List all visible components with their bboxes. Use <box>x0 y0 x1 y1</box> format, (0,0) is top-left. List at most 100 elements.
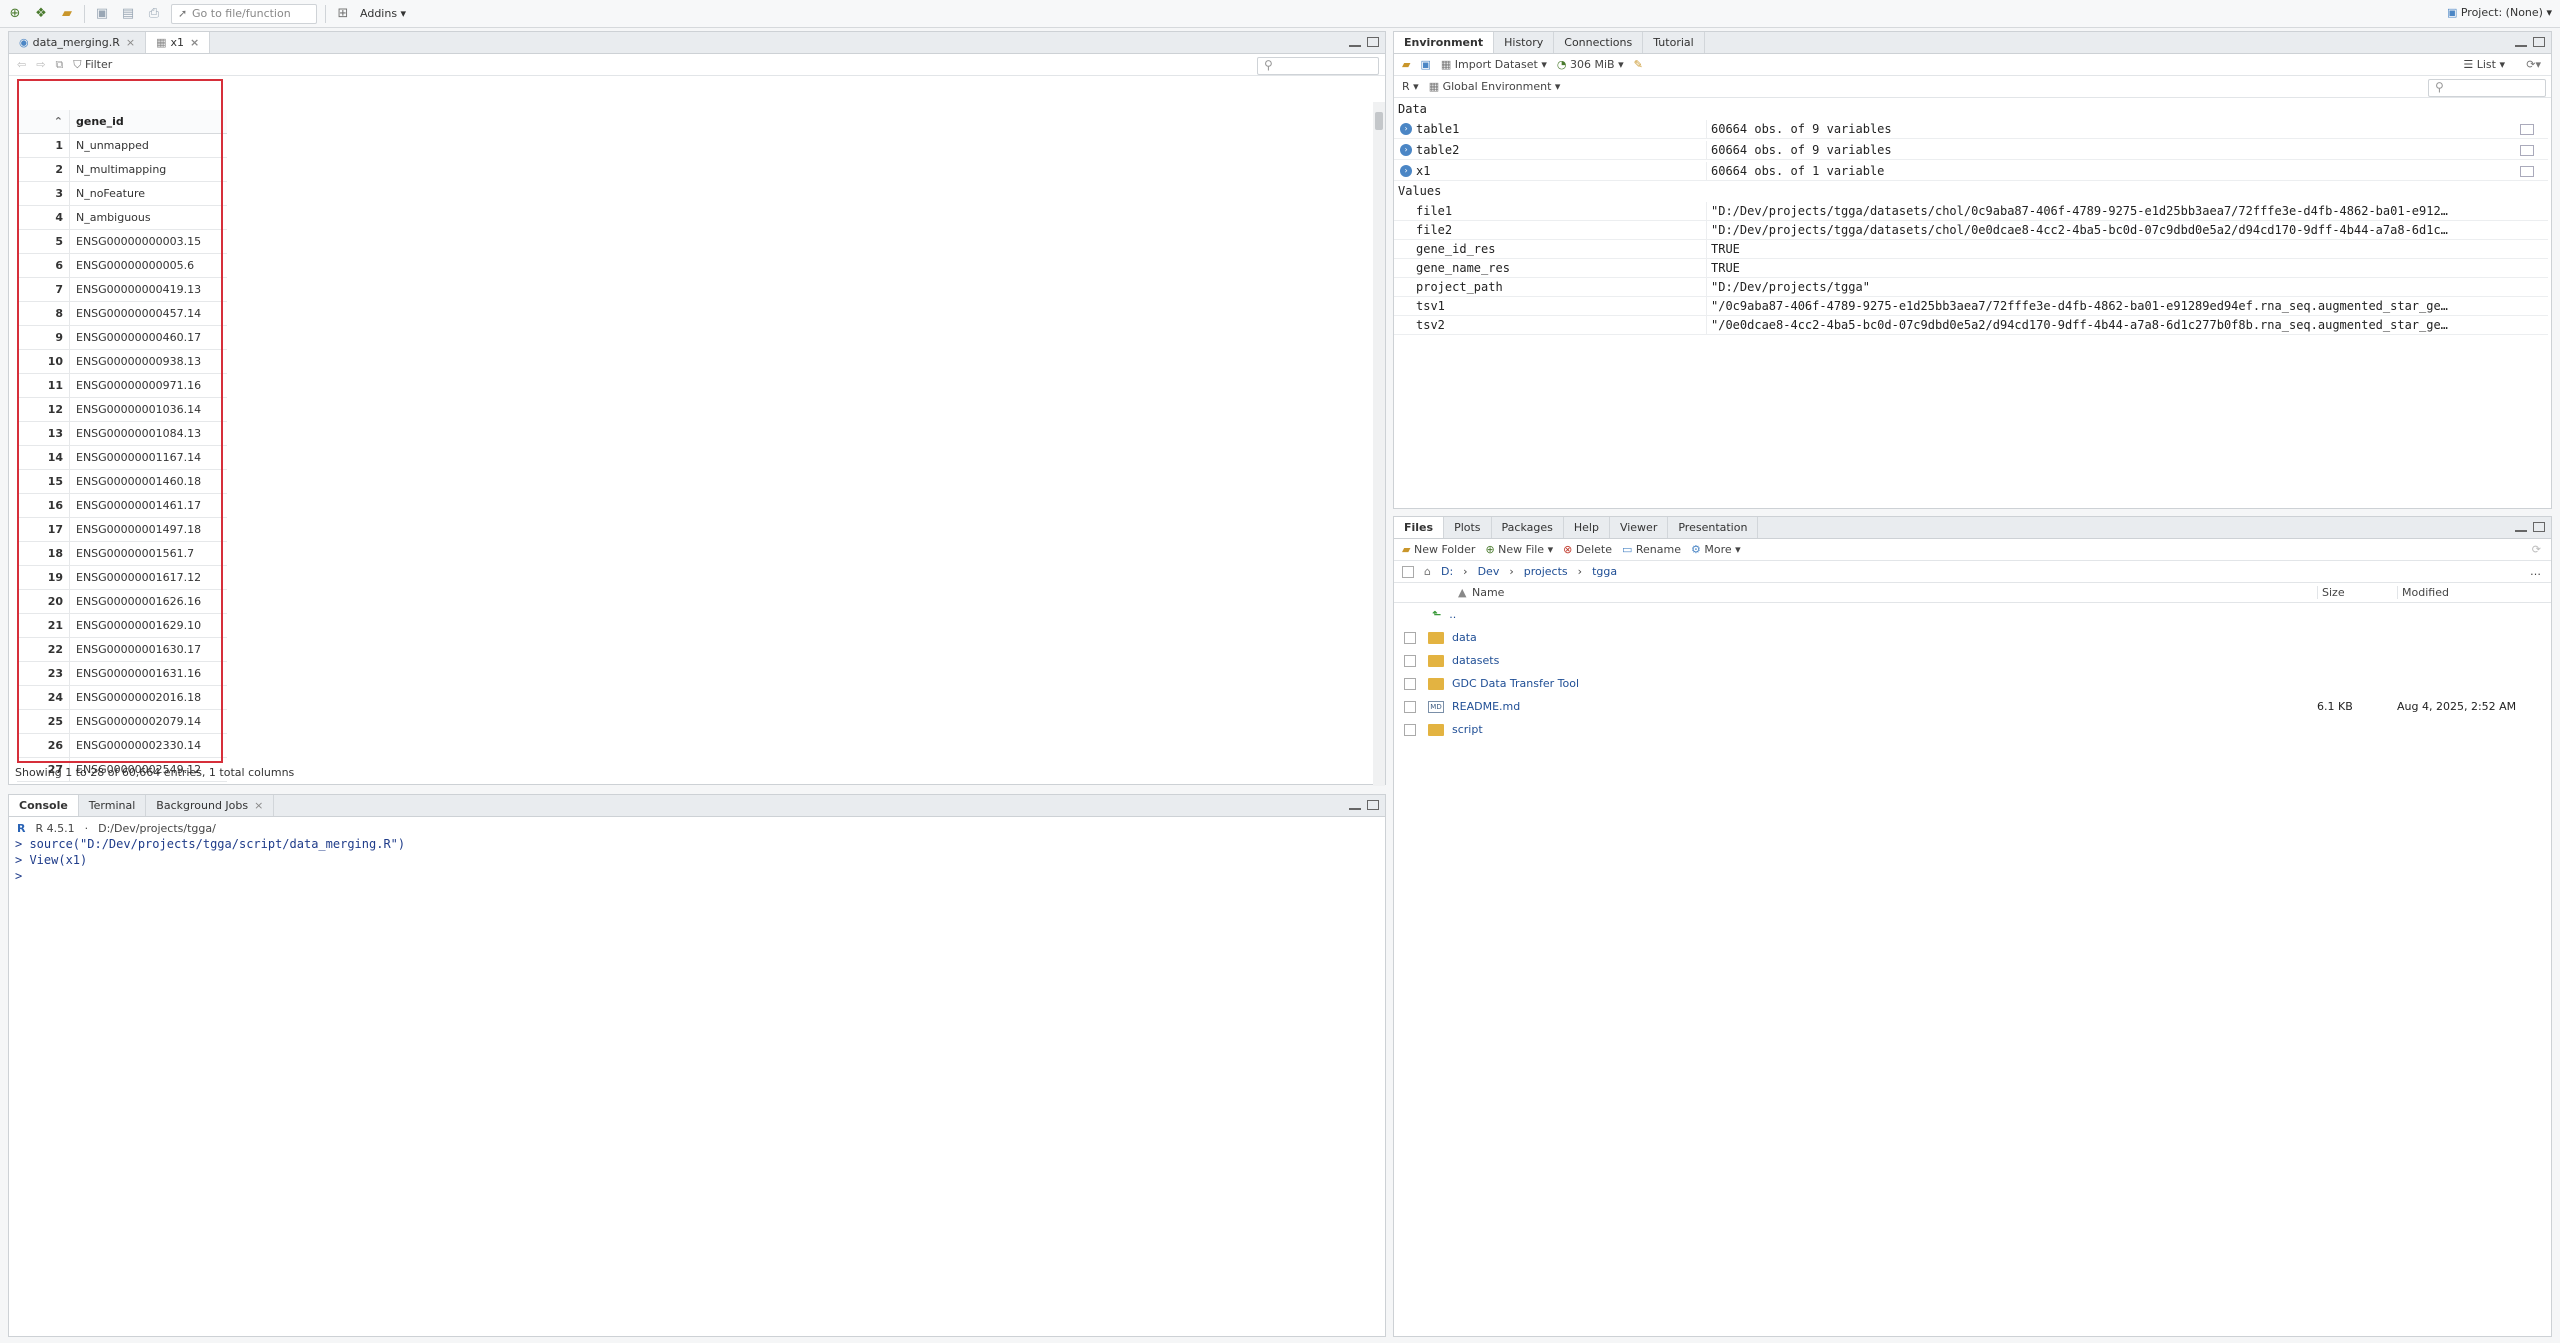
file-checkbox[interactable] <box>1404 700 1416 713</box>
env-value-row[interactable]: tsv1 "/0c9aba87-406f-4789-9275-e1d25bb3ae… <box>1394 297 2548 316</box>
maximize-icon[interactable] <box>2533 37 2545 47</box>
tab-history[interactable]: History <box>1494 32 1555 53</box>
close-icon[interactable]: × <box>126 36 135 49</box>
new-file-icon[interactable]: ⊕ <box>6 5 24 23</box>
tab-console[interactable]: Console <box>9 795 79 816</box>
maximize-icon[interactable] <box>1367 800 1379 810</box>
print-icon[interactable]: ⎙ <box>145 5 163 23</box>
save-workspace-icon[interactable]: ▣ <box>1420 58 1430 71</box>
file-row[interactable]: datasets <box>1394 649 2549 672</box>
viewer-search-input[interactable] <box>1257 57 1379 75</box>
env-value-row[interactable]: file1 "D:/Dev/projects/tgga/datasets/chol… <box>1394 202 2548 221</box>
scrollbar-thumb[interactable] <box>1375 112 1383 130</box>
save-all-icon[interactable]: ▤ <box>119 5 137 23</box>
column-name[interactable]: Name <box>1472 586 1504 599</box>
tab-packages[interactable]: Packages <box>1492 517 1564 538</box>
tab-viewer[interactable]: Viewer <box>1610 517 1669 538</box>
refresh-icon[interactable]: ⟳▾ <box>2526 58 2541 71</box>
select-all-checkbox[interactable] <box>1402 565 1414 578</box>
file-name[interactable]: data <box>1452 631 1477 644</box>
file-checkbox[interactable] <box>1404 631 1416 644</box>
scope-select[interactable]: ▦ Global Environment ▾ <box>1429 80 1561 93</box>
env-value-row[interactable]: tsv2 "/0e0dcae8-4cc2-4ba5-bc0d-07c9dbd0e5… <box>1394 316 2548 335</box>
expand-icon[interactable]: › <box>1400 123 1412 135</box>
breadcrumb-d[interactable]: D: <box>1441 565 1453 578</box>
addins-menu[interactable]: Addins ▾ <box>360 7 406 20</box>
save-icon[interactable]: ▣ <box>93 5 111 23</box>
maximize-icon[interactable] <box>1367 37 1379 47</box>
tab-environment[interactable]: Environment <box>1394 32 1495 53</box>
minimize-icon[interactable] <box>1349 806 1361 810</box>
minimize-icon[interactable] <box>2515 43 2527 47</box>
tab-x1[interactable]: ▦ x1 × <box>146 32 211 53</box>
grid-scrollbar[interactable] <box>1373 102 1385 786</box>
tab-connections[interactable]: Connections <box>1554 32 1644 53</box>
file-checkbox[interactable] <box>1404 677 1416 690</box>
env-search-input[interactable] <box>2428 79 2546 97</box>
layout-grid-icon[interactable]: ⊞ <box>334 5 352 23</box>
delete-button[interactable]: ⊗ Delete <box>1563 543 1612 556</box>
view-table-icon[interactable] <box>2520 124 2534 135</box>
file-name[interactable]: script <box>1452 723 1483 736</box>
close-icon[interactable]: × <box>190 36 199 49</box>
minimize-icon[interactable] <box>1349 43 1361 47</box>
import-dataset-button[interactable]: ▦ Import Dataset ▾ <box>1441 58 1547 71</box>
open-file-icon[interactable]: ▰ <box>58 5 76 23</box>
console-output[interactable]: > source("D:/Dev/projects/tgga/script/da… <box>15 837 1375 885</box>
rename-button[interactable]: ▭ Rename <box>1622 543 1681 556</box>
column-modified[interactable]: Modified <box>2397 586 2449 599</box>
file-name[interactable]: README.md <box>1452 700 1520 713</box>
env-value-row[interactable]: file2 "D:/Dev/projects/tgga/datasets/chol… <box>1394 221 2548 240</box>
tab-background-jobs[interactable]: Background Jobs × <box>146 795 275 816</box>
file-row[interactable]: script <box>1394 718 2549 741</box>
expand-icon[interactable]: › <box>1400 144 1412 156</box>
expand-icon[interactable]: › <box>1400 165 1412 177</box>
column-size[interactable]: Size <box>2317 586 2345 599</box>
env-value-row[interactable]: gene_id_res TRUE <box>1394 240 2548 259</box>
filter-button[interactable]: ⛉ Filter <box>73 58 112 72</box>
tab-data-merging[interactable]: ◉ data_merging.R × <box>9 32 147 53</box>
env-value-row[interactable]: gene_name_res TRUE <box>1394 259 2548 278</box>
tab-files[interactable]: Files <box>1394 517 1445 538</box>
tab-help[interactable]: Help <box>1564 517 1610 538</box>
file-name[interactable]: GDC Data Transfer Tool <box>1452 677 1579 690</box>
file-checkbox[interactable] <box>1404 723 1416 736</box>
project-menu[interactable]: ▣ Project: (None) ▾ <box>2447 6 2552 19</box>
maximize-icon[interactable] <box>2533 522 2545 532</box>
minimize-icon[interactable] <box>2515 528 2527 532</box>
view-table-icon[interactable] <box>2520 145 2534 156</box>
tab-presentation[interactable]: Presentation <box>1668 517 1759 538</box>
close-icon[interactable]: × <box>254 799 263 812</box>
new-folder-button[interactable]: ▰ New Folder <box>1402 543 1475 556</box>
breadcrumb-dev[interactable]: Dev <box>1478 565 1500 578</box>
clear-broom-icon[interactable]: ✎ <box>1634 58 1643 71</box>
env-data-row[interactable]: › x1 60664 obs. of 1 variable <box>1394 162 2548 181</box>
tab-plots[interactable]: Plots <box>1444 517 1492 538</box>
file-row[interactable]: data <box>1394 626 2549 649</box>
console-prompt[interactable]: > <box>15 869 1375 885</box>
load-workspace-icon[interactable]: ▰ <box>1402 58 1410 71</box>
forward-icon[interactable]: ⇨ <box>36 58 45 71</box>
file-row[interactable]: GDC Data Transfer Tool <box>1394 672 2549 695</box>
env-data-row[interactable]: › table1 60664 obs. of 9 variables <box>1394 120 2548 139</box>
file-name[interactable]: datasets <box>1452 654 1499 667</box>
popout-icon[interactable]: ⧉ <box>55 58 63 72</box>
env-data-row[interactable]: › table2 60664 obs. of 9 variables <box>1394 141 2548 160</box>
memory-usage-button[interactable]: ◔ 306 MiB ▾ <box>1557 58 1624 71</box>
list-view-button[interactable]: ☰ List ▾ <box>2463 58 2505 71</box>
breadcrumb-more-icon[interactable]: … <box>2530 565 2541 578</box>
file-row[interactable]: MD README.md 6.1 KB Aug 4, 2025, 2:52 AM <box>1394 695 2549 718</box>
breadcrumb-tgga[interactable]: tgga <box>1592 565 1617 578</box>
goto-file-input[interactable]: ➚ Go to file/function <box>171 3 317 24</box>
new-project-icon[interactable]: ❖ <box>32 5 50 23</box>
file-checkbox[interactable] <box>1404 654 1416 667</box>
breadcrumb-projects[interactable]: projects <box>1524 565 1568 578</box>
tab-terminal[interactable]: Terminal <box>79 795 147 816</box>
view-table-icon[interactable] <box>2520 166 2534 177</box>
language-select[interactable]: R ▾ <box>1402 80 1419 93</box>
env-value-row[interactable]: project_path "D:/Dev/projects/tgga" <box>1394 278 2548 297</box>
more-button[interactable]: ⚙ More ▾ <box>1691 543 1741 556</box>
tab-tutorial[interactable]: Tutorial <box>1643 32 1705 53</box>
parent-dir-row[interactable]: ⬑ .. <box>1394 603 2549 626</box>
sync-icon[interactable]: ⟳ <box>2532 543 2541 556</box>
